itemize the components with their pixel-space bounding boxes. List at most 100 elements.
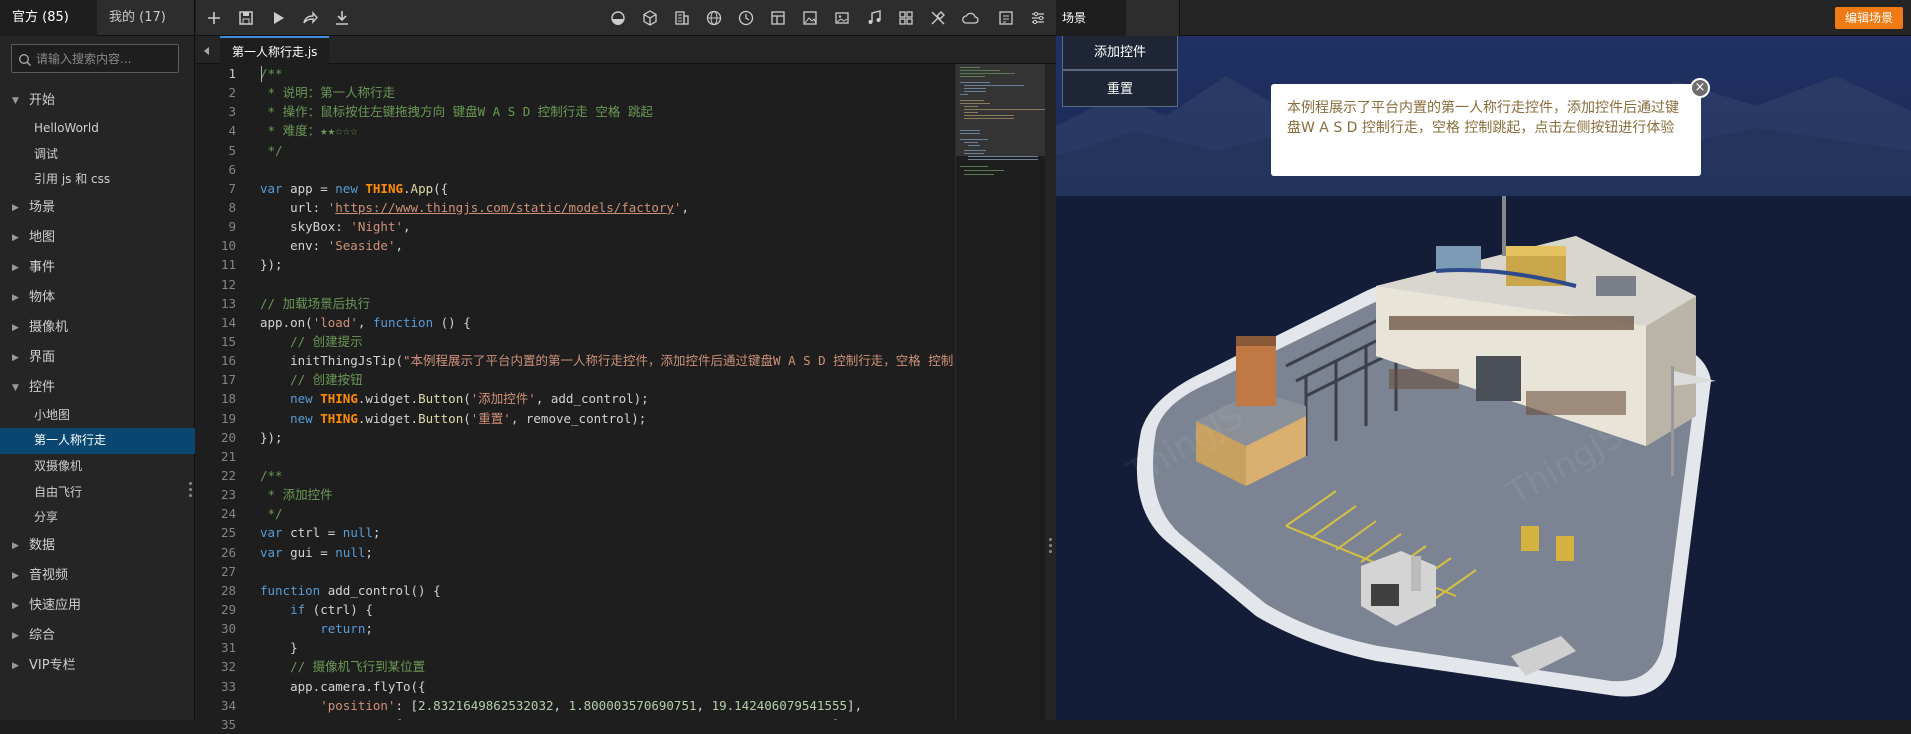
tree-category-label: 物体 (29, 289, 56, 305)
tree-item[interactable]: 调试 (0, 142, 195, 168)
download-icon[interactable] (332, 8, 352, 28)
sky-icon[interactable] (608, 8, 628, 28)
cloud-icon[interactable] (960, 8, 980, 28)
cube-icon[interactable] (640, 8, 660, 28)
clock-icon[interactable] (736, 8, 756, 28)
code-token: THING (365, 180, 404, 196)
code-token: '添加控件' (470, 391, 536, 407)
tree-category[interactable]: ▼ 控件 (0, 373, 195, 403)
tree-category-label: 音视频 (29, 567, 69, 583)
line-number: 17 (220, 372, 236, 388)
code-token: THING (320, 391, 358, 407)
code-token: new (260, 410, 313, 426)
tree-category[interactable]: ▶ 事件 (0, 253, 195, 283)
tree-category[interactable]: ▶ 地图 (0, 223, 195, 253)
tree-category[interactable]: ▶ 快速应用 (0, 591, 195, 621)
tree-category[interactable]: ▶ 数据 (0, 531, 195, 561)
tab-scene[interactable]: 场景 (1056, 0, 1126, 36)
code-token: .widget. (357, 391, 419, 407)
code-token: var (260, 525, 283, 541)
note-icon[interactable] (996, 8, 1016, 28)
code-line: */ (244, 504, 954, 523)
tree-category[interactable]: ▶ 界面 (0, 343, 195, 373)
image-icon[interactable] (832, 8, 852, 28)
scene-header: 场景 编辑场景 (1056, 0, 1911, 36)
line-number: 3 (228, 104, 236, 120)
edit-scene-button[interactable]: 编辑场景 (1834, 7, 1903, 29)
code-minimap[interactable] (955, 64, 1048, 720)
tree-category-label: 综合 (29, 627, 56, 643)
code-line: app.camera.flyTo({ (244, 677, 954, 696)
tree-item[interactable]: 自由飞行 (0, 480, 195, 506)
code-line: // 创建按钮 (244, 370, 954, 389)
code-token: , remove_control); (510, 410, 647, 426)
code-token: , add_control); (535, 391, 649, 407)
code-token: if (260, 601, 306, 617)
tools-icon[interactable] (928, 8, 948, 28)
tree-item[interactable]: 小地图 (0, 403, 195, 429)
code-editor[interactable]: /** * 说明：第一人称行走 * 操作：鼠标按住左键拖拽方向 键盘W A S … (244, 64, 954, 720)
play-icon[interactable] (268, 8, 288, 28)
globe-icon[interactable] (704, 8, 724, 28)
tree-category[interactable]: ▼ 开始 (0, 86, 195, 116)
editor-tabbar: 第一人称行走.js (196, 36, 1056, 64)
tab-blank[interactable] (1126, 0, 1180, 36)
tab-official[interactable]: 官方 (85) (0, 0, 97, 36)
code-token: // 创建按钮 (260, 372, 363, 388)
tree-category[interactable]: ▶ 物体 (0, 283, 195, 313)
music-icon[interactable] (864, 8, 884, 28)
tree-item[interactable]: 第一人称行走 (0, 428, 195, 454)
tree-category[interactable]: ▶ 综合 (0, 621, 195, 651)
tree-category[interactable]: ▶ VIP专栏 (0, 651, 195, 681)
tree-category[interactable]: ▶ 音视频 (0, 561, 195, 591)
code-token: var (260, 544, 283, 560)
search-input[interactable] (36, 45, 176, 72)
code-token: // 创建提示 (260, 333, 363, 349)
line-number: 24 (220, 506, 236, 522)
code-line: /** (244, 466, 954, 485)
caret-right-icon: ▶ (12, 540, 19, 551)
tab-mine[interactable]: 我的 (17) (97, 0, 194, 36)
code-token: * 操作：鼠标按住左键拖拽方向 键盘W A S D 控制行走 空格 跳起 (260, 104, 653, 120)
tree-item[interactable]: 引用 js 和 css (0, 167, 195, 193)
reset-button[interactable]: 重置 (1062, 70, 1178, 107)
line-number: 12 (220, 276, 236, 292)
line-number: 31 (220, 640, 236, 656)
save-icon[interactable] (236, 8, 256, 28)
search-icon (18, 52, 32, 66)
close-icon[interactable]: × (1690, 78, 1710, 98)
share-icon[interactable] (300, 8, 320, 28)
pane-splitter[interactable] (1045, 64, 1056, 720)
line-number: 10 (220, 238, 236, 254)
tree-category-label: 地图 (29, 229, 56, 245)
code-line: // 创建提示 (244, 332, 954, 351)
code-token: . (403, 180, 411, 196)
tree-category[interactable]: ▶ 场景 (0, 193, 195, 223)
settings-icon[interactable] (1028, 8, 1048, 28)
code-token: var (260, 180, 283, 196)
scene-viewport[interactable]: ThingJS ThingJS 添加控件 重置 本例程展示了平台内置的第一人称行… (1056, 36, 1911, 720)
tree-item[interactable]: 双摄像机 (0, 454, 195, 480)
line-number: 4 (228, 123, 236, 139)
add-control-button[interactable]: 添加控件 (1062, 36, 1178, 70)
layout-icon[interactable] (768, 8, 788, 28)
grid-icon[interactable] (896, 8, 916, 28)
add-icon[interactable] (204, 8, 224, 28)
line-number: 11 (220, 257, 236, 273)
tree-category[interactable]: ▶ 摄像机 (0, 313, 195, 343)
tree-item[interactable]: HelloWorld (0, 116, 195, 142)
sidebar-resize-handle[interactable] (189, 482, 192, 500)
code-token: app.camera.flyTo({ (260, 678, 426, 694)
editor-toolbar (196, 0, 1056, 36)
tree-item[interactable]: 分享 (0, 505, 195, 531)
code-token: url: (260, 199, 328, 215)
building-icon[interactable] (672, 8, 692, 28)
code-token: 'Night' (350, 219, 403, 235)
line-number: 18 (220, 391, 236, 407)
collapse-left-icon[interactable] (200, 43, 214, 57)
file-tab[interactable]: 第一人称行走.js (220, 36, 330, 64)
picture-icon[interactable] (800, 8, 820, 28)
line-number: 30 (220, 621, 236, 637)
